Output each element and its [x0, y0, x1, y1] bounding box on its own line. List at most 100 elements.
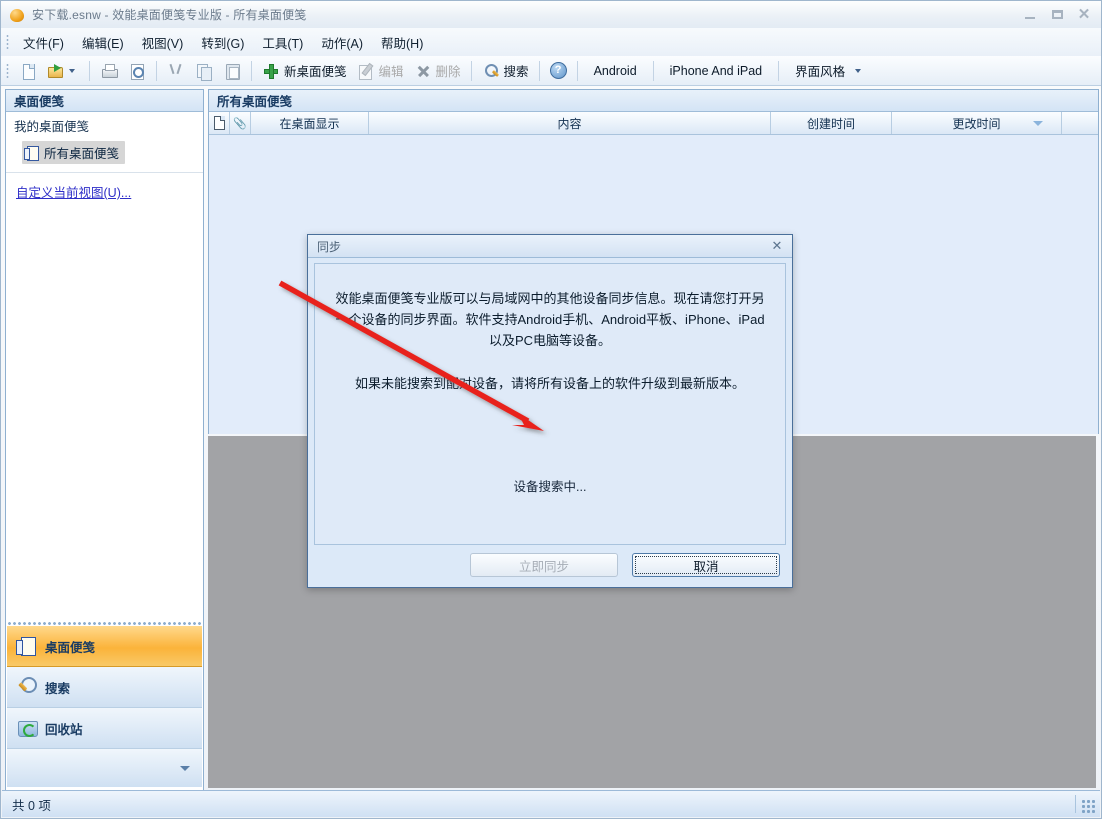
column-header-modified-time-label: 更改时间 [952, 116, 1001, 131]
menu-item-help[interactable]: 帮助(H) [372, 29, 432, 56]
cut-button[interactable] [162, 58, 190, 83]
toolbar-separator [576, 60, 578, 81]
sync-dialog-close-button[interactable]: ✕ [768, 238, 786, 254]
toolbar-separator [538, 60, 540, 81]
list-column-headers: 📎 在桌面显示 内容 创建时间 更改时间 [209, 112, 1098, 135]
tree-item-all-notes[interactable]: 所有桌面便笺 [22, 141, 126, 164]
open-file-button[interactable] [42, 58, 84, 83]
sidebar-header: 桌面便笺 [6, 90, 203, 112]
menu-item-edit[interactable]: 编辑(E) [73, 29, 133, 56]
search-button[interactable]: 搜索 [477, 58, 534, 83]
menu-grip[interactable] [6, 34, 9, 50]
new-note-button[interactable]: 新桌面便笺 [257, 58, 352, 83]
tree-item-my-notes[interactable]: 我的桌面便笺 [6, 112, 203, 135]
new-file-button[interactable] [14, 58, 42, 83]
delete-note-button[interactable]: 删除 [409, 58, 466, 83]
search-icon [16, 676, 38, 698]
toolbar-separator [89, 60, 90, 81]
search-icon [482, 62, 500, 80]
sidebar-panel: 桌面便笺 我的桌面便笺 所有桌面便笺 自定义当前视图(U)... 桌面便笺 搜索 [5, 89, 204, 791]
iphone-ipad-button[interactable]: iPhone And iPad [659, 58, 773, 83]
column-header-modified-time[interactable]: 更改时间 [892, 112, 1062, 134]
sidebar-item-desktop-notes[interactable]: 桌面便笺 [7, 626, 202, 667]
sort-caret-icon [1033, 120, 1043, 126]
edit-pencil-icon [357, 62, 375, 80]
recycle-bin-icon [16, 717, 38, 739]
menu-item-file[interactable]: 文件(F) [14, 29, 73, 56]
note-icon [16, 635, 38, 657]
cancel-button-label: 取消 [635, 556, 777, 574]
toolbar-separator [470, 60, 472, 81]
application-window: 安下载.esnw - 效能桌面便笺专业版 - 所有桌面便笺 ✕ 文件(F) 编辑… [0, 0, 1102, 819]
sync-dialog-footer: 立即同步 取消 [308, 545, 792, 587]
copy-button[interactable] [190, 58, 218, 83]
menu-item-actions[interactable]: 动作(A) [312, 29, 372, 56]
close-button[interactable]: ✕ [1071, 5, 1097, 25]
status-item-count: 共 0 项 [12, 798, 51, 813]
paste-button[interactable] [218, 58, 246, 83]
android-button[interactable]: Android [583, 58, 648, 83]
help-icon: ? [549, 62, 567, 79]
column-header-show-on-desktop[interactable]: 在桌面显示 [251, 112, 369, 134]
open-folder-icon [47, 62, 65, 80]
cancel-button[interactable]: 取消 [632, 553, 780, 577]
column-header-attachment[interactable]: 📎 [230, 112, 251, 134]
window-title: 安下载.esnw - 效能桌面便笺专业版 - 所有桌面便笺 [32, 8, 307, 22]
column-header-content[interactable]: 内容 [369, 112, 771, 134]
skin-label: 界面风格 [795, 65, 846, 79]
column-header-created-time[interactable]: 创建时间 [771, 112, 892, 134]
copy-icon [195, 62, 213, 81]
sidebar-tree: 我的桌面便笺 所有桌面便笺 自定义当前视图(U)... [6, 112, 203, 626]
print-preview-icon [128, 62, 146, 80]
tree-item-all-notes-label: 所有桌面便笺 [44, 147, 120, 161]
title-bar: 安下载.esnw - 效能桌面便笺专业版 - 所有桌面便笺 ✕ [1, 1, 1101, 29]
sidebar-item-search[interactable]: 搜索 [7, 667, 202, 708]
new-document-icon [19, 62, 37, 80]
status-divider [1075, 795, 1076, 813]
menu-item-view[interactable]: 视图(V) [133, 29, 193, 56]
sidebar-item-recycle-bin[interactable]: 回收站 [7, 708, 202, 749]
new-note-label: 新桌面便笺 [284, 65, 347, 79]
document-icon [213, 116, 225, 130]
help-button[interactable]: ? [545, 58, 572, 83]
print-preview-button[interactable] [123, 58, 151, 83]
paperclip-icon: 📎 [233, 116, 247, 130]
sidebar-nav-panels: 桌面便笺 搜索 回收站 [7, 626, 202, 789]
menu-bar: 文件(F) 编辑(E) 视图(V) 转到(G) 工具(T) 动作(A) 帮助(H… [1, 28, 1101, 57]
sync-dialog-title-bar: 同步 ✕ [308, 235, 792, 258]
menu-item-tools[interactable]: 工具(T) [253, 29, 312, 56]
edit-note-button[interactable]: 编辑 [352, 58, 409, 83]
sidebar-item-search-label: 搜索 [45, 681, 71, 696]
chevron-down-icon[interactable] [855, 68, 862, 73]
search-label: 搜索 [503, 65, 529, 79]
close-x-icon [414, 62, 432, 80]
toolbar-separator [251, 60, 252, 81]
app-orb-icon [9, 7, 25, 23]
column-header-document[interactable] [209, 112, 230, 134]
delete-note-label: 删除 [435, 65, 461, 79]
scissors-icon [167, 62, 185, 80]
note-icon [24, 145, 39, 161]
toolbar-grip[interactable] [6, 62, 9, 79]
maximize-button[interactable] [1044, 5, 1070, 25]
sync-now-button[interactable]: 立即同步 [470, 553, 618, 577]
sidebar-item-recycle-bin-label: 回收站 [45, 722, 83, 737]
window-controls: ✕ [1016, 1, 1097, 28]
chevron-down-icon [180, 765, 190, 771]
chevron-down-icon[interactable] [69, 68, 75, 73]
edit-note-label: 编辑 [378, 65, 404, 79]
toolbar-separator [156, 60, 157, 81]
print-button[interactable] [95, 58, 123, 83]
sidebar-divider [6, 172, 203, 173]
customize-view-link[interactable]: 自定义当前视图(U)... [16, 182, 203, 201]
toolbar-separator [652, 60, 654, 81]
printer-icon [100, 62, 118, 80]
toolbar: 新桌面便笺 编辑 删除 搜索 ? Android iPhone And iPad… [1, 56, 1101, 86]
sidebar-expand-button[interactable] [7, 749, 202, 787]
toolbar-separator [778, 60, 780, 81]
sync-dialog-paragraph-1: 效能桌面便笺专业版可以与局域网中的其他设备同步信息。现在请您打开另一个设备的同步… [335, 291, 765, 348]
resize-grip-icon[interactable] [1081, 799, 1095, 813]
menu-item-goto[interactable]: 转到(G) [192, 29, 253, 56]
skin-button[interactable]: 界面风格 [784, 58, 870, 83]
minimize-button[interactable] [1017, 5, 1043, 25]
